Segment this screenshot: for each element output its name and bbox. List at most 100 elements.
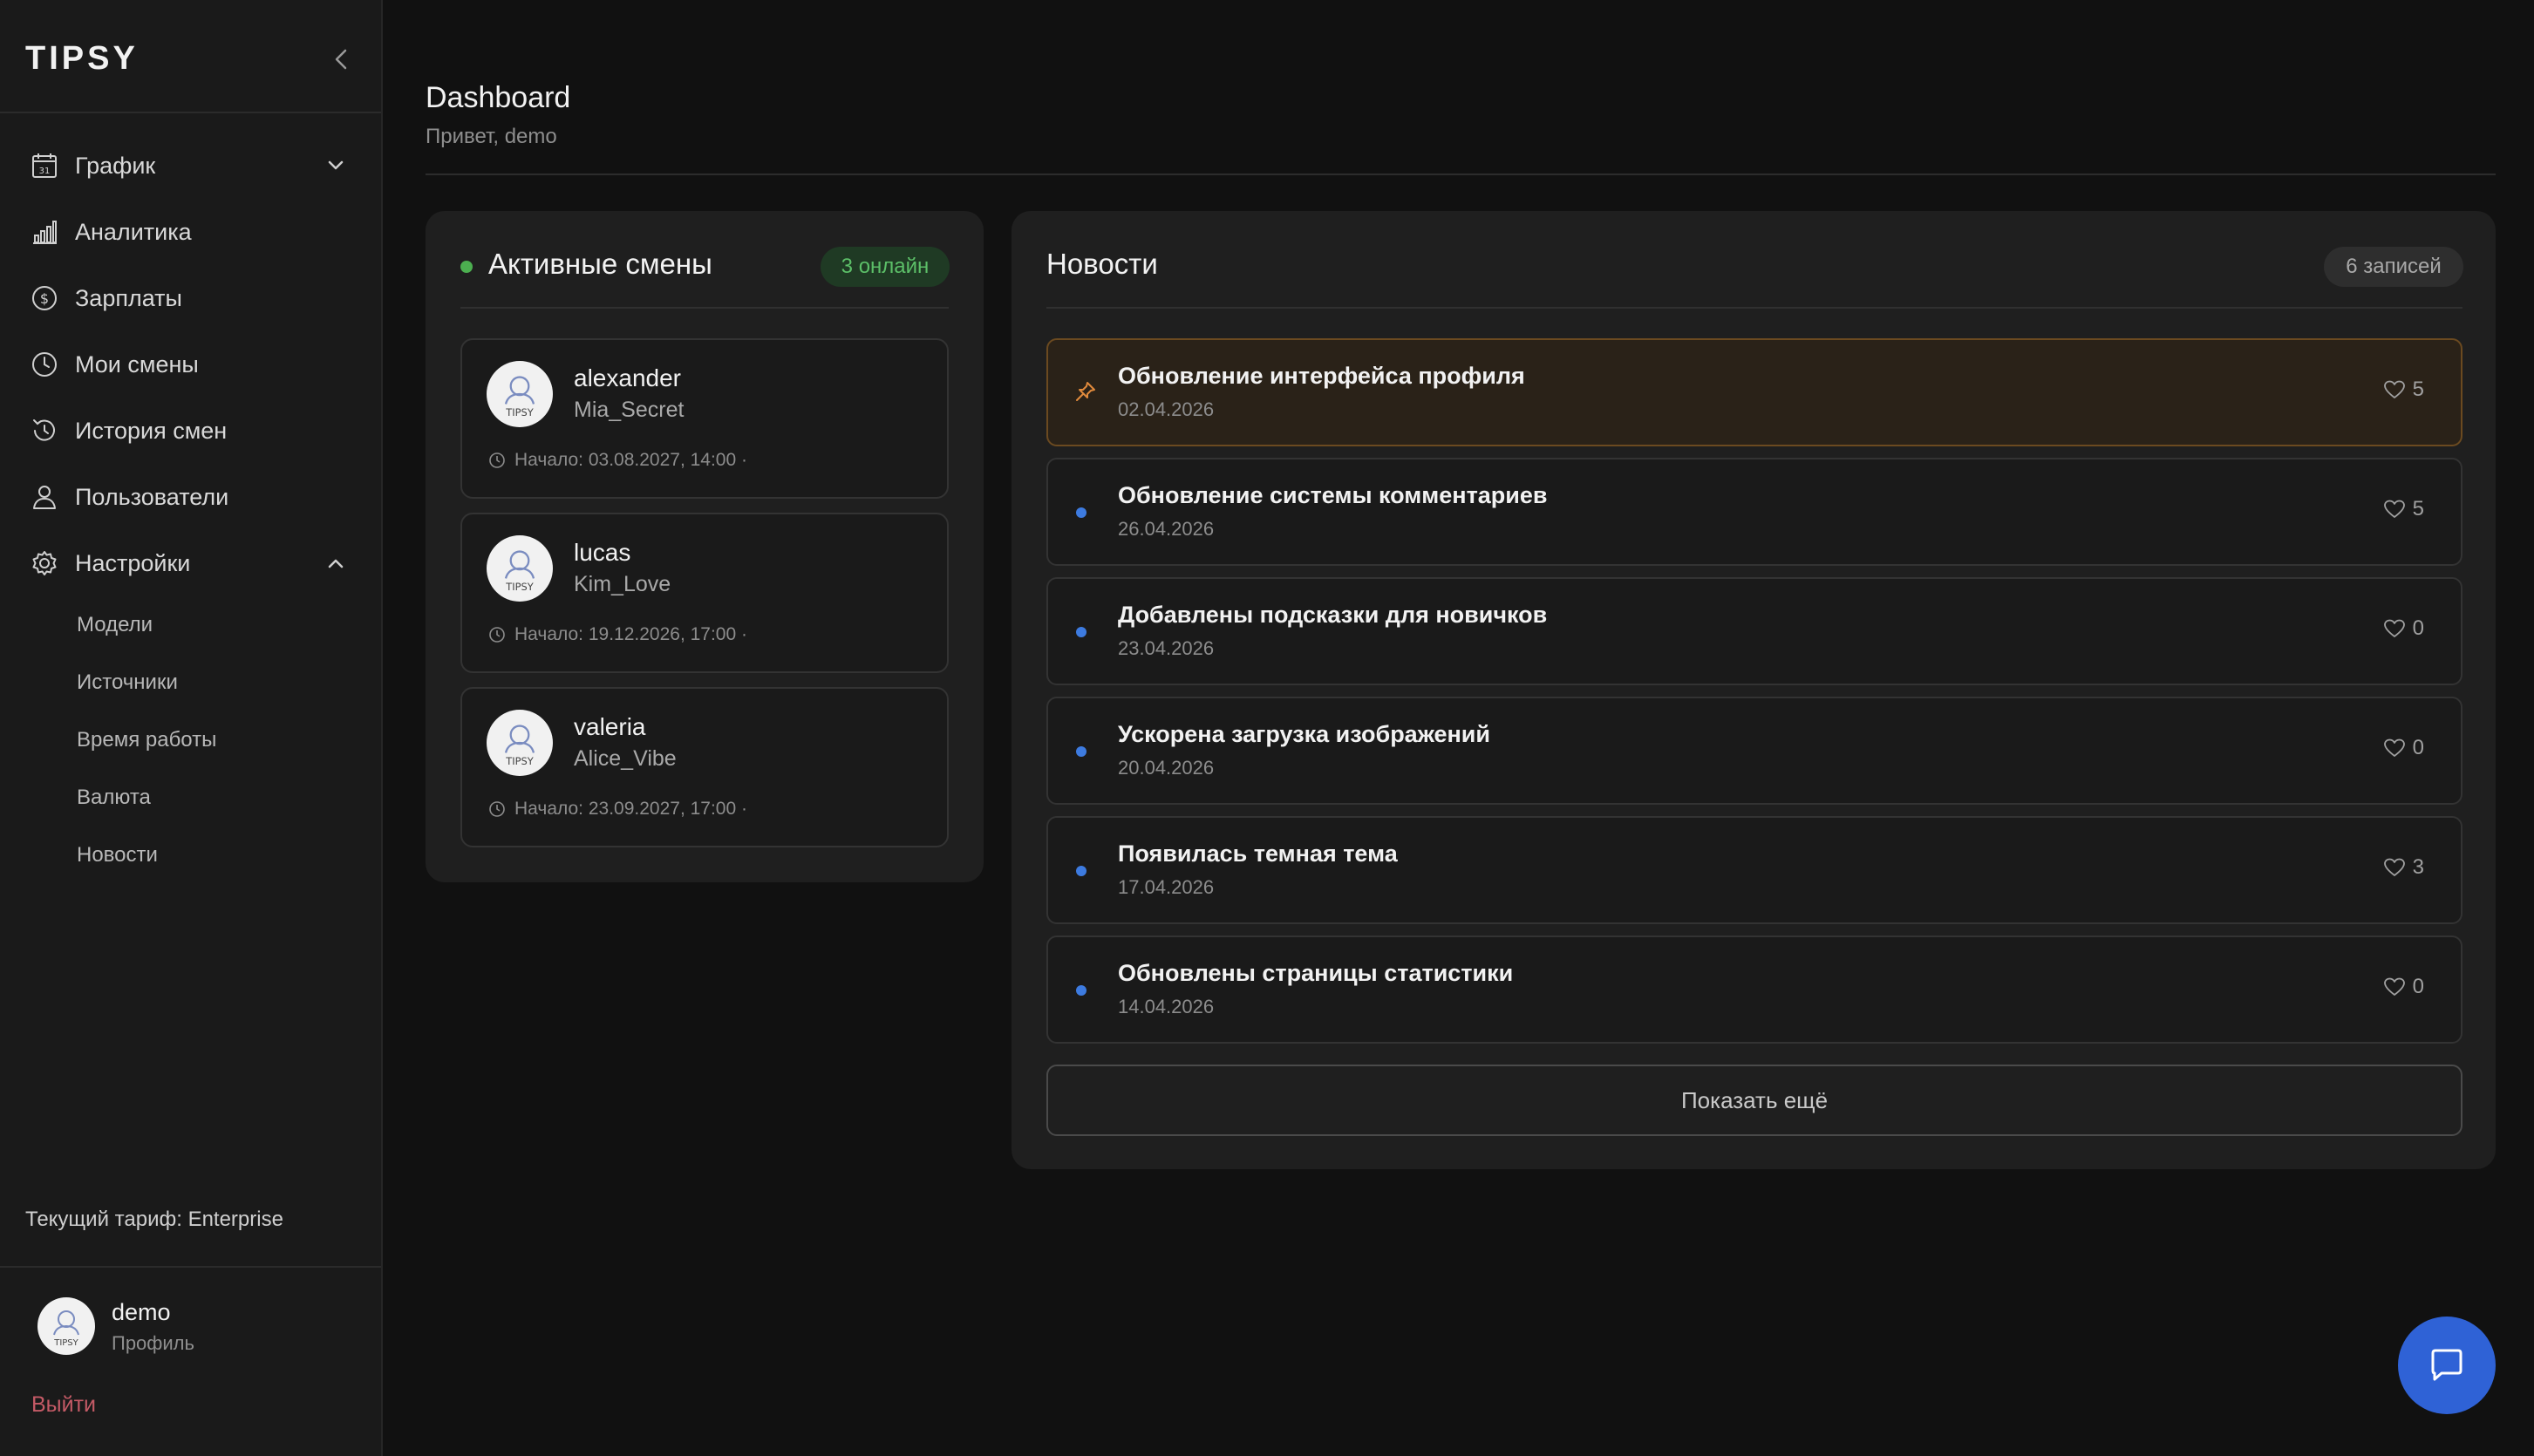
sidebar-item-label: Пользователи	[75, 483, 229, 510]
chat-button[interactable]	[2398, 1317, 2496, 1414]
settings-sub-work-time[interactable]: Время работы	[0, 711, 381, 769]
active-shifts-title: Активные смены	[488, 248, 712, 280]
current-tariff: Текущий тариф: Enterprise	[25, 1208, 283, 1231]
sidebar-item-users[interactable]: Пользователи	[0, 464, 381, 530]
news-item-date: 26.04.2026	[1118, 518, 1215, 540]
user-name[interactable]: demo	[112, 1299, 171, 1326]
sidebar-item-label: Настройки	[75, 549, 191, 576]
like-count: 5	[2412, 497, 2424, 520]
sidebar-item-my-shifts[interactable]: Мои смены	[0, 331, 381, 398]
settings-sub-news[interactable]: Новости	[0, 827, 381, 884]
user-icon	[30, 482, 59, 512]
history-icon	[30, 416, 59, 446]
sidebar-nav: 31 График Аналитика $ Зарплаты Мои смены	[0, 133, 381, 884]
heart-icon	[2383, 619, 2405, 637]
card-divider	[1046, 307, 2462, 309]
shift-card[interactable]: TIPSY valeria Alice_Vibe Начало: 23.09.2…	[460, 687, 949, 847]
sidebar-item-salaries[interactable]: $ Зарплаты	[0, 265, 381, 331]
card-divider	[460, 307, 949, 309]
unread-dot	[1076, 746, 1086, 757]
chat-icon	[2431, 1349, 2462, 1381]
sidebar-item-label: Мои смены	[75, 350, 199, 378]
avatar-logo-text: TIPSY	[505, 755, 533, 767]
sidebar-item-analytics[interactable]: Аналитика	[0, 199, 381, 265]
settings-sub-currency[interactable]: Валюта	[0, 769, 381, 827]
app-logo[interactable]: TIPSY	[25, 40, 139, 78]
shift-card[interactable]: TIPSY alexander Mia_Secret Начало: 03.08…	[460, 338, 949, 499]
clock-icon	[30, 350, 59, 379]
news-title: Новости	[1046, 248, 1158, 280]
shift-start: Начало: 03.08.2027, 14:00 ·	[488, 450, 747, 471]
news-item-pinned[interactable]: Обновление интерфейса профиля 02.04.2026…	[1046, 338, 2462, 446]
heart-icon	[2383, 977, 2405, 996]
sidebar-divider	[0, 1266, 381, 1268]
unread-dot	[1076, 866, 1086, 876]
sidebar-item-label: График	[75, 152, 156, 179]
news-item-date: 02.04.2026	[1118, 398, 1215, 420]
avatar-logo-text: TIPSY	[505, 581, 533, 593]
collapse-sidebar-button[interactable]	[328, 44, 354, 75]
shift-model-alias: Alice_Vibe	[574, 746, 677, 771]
news-item-date: 23.04.2026	[1118, 637, 1215, 659]
like-button[interactable]: 0	[2383, 736, 2424, 760]
clock-icon	[489, 627, 505, 643]
like-button[interactable]: 0	[2383, 975, 2424, 999]
news-item-title: Обновление интерфейса профиля	[1118, 363, 1525, 389]
avatar-logo-text: TIPSY	[505, 406, 533, 418]
heart-icon	[2383, 380, 2405, 398]
news-item-date: 20.04.2026	[1118, 757, 1215, 779]
news-item-title: Ускорена загрузка изображений	[1118, 721, 1491, 747]
news-item[interactable]: Обновление системы комментариев 26.04.20…	[1046, 458, 2462, 566]
sidebar-item-schedule[interactable]: 31 График	[0, 133, 381, 199]
news-card: Новости 6 записей Обновление интерфейса …	[1012, 211, 2496, 1169]
greeting-text: Привет, demo	[426, 125, 557, 148]
clock-icon	[489, 452, 505, 468]
news-item[interactable]: Добавлены подсказки для новичков 23.04.2…	[1046, 577, 2462, 685]
unread-dot	[1076, 627, 1086, 637]
like-count: 5	[2412, 378, 2424, 401]
news-item[interactable]: Обновлены страницы статистики 14.04.2026…	[1046, 936, 2462, 1044]
avatar-logo-text: TIPSY	[53, 1338, 78, 1348]
settings-sub-models[interactable]: Модели	[0, 596, 381, 654]
shift-user-name: valeria	[574, 713, 646, 740]
status-badge: 6 записей	[2324, 247, 2463, 287]
like-button[interactable]: 5	[2383, 378, 2424, 402]
sidebar-item-label: История смен	[75, 417, 228, 444]
header-divider	[426, 173, 2496, 175]
avatar: TIPSY	[487, 535, 553, 602]
news-item-title: Обновлены страницы статистики	[1118, 960, 1514, 986]
show-more-button[interactable]: Показать ещё	[1046, 1065, 2462, 1136]
heart-icon	[2383, 858, 2405, 876]
chevron-up-icon[interactable]	[322, 549, 350, 577]
like-button[interactable]: 0	[2383, 616, 2424, 641]
sidebar-divider	[0, 112, 381, 113]
chevron-left-icon	[335, 49, 347, 70]
shift-start-text: Начало: 03.08.2027, 14:00 ·	[514, 450, 747, 470]
like-button[interactable]: 3	[2383, 855, 2424, 880]
shift-card[interactable]: TIPSY lucas Kim_Love Начало: 19.12.2026,…	[460, 513, 949, 673]
news-item[interactable]: Ускорена загрузка изображений 20.04.2026…	[1046, 697, 2462, 805]
shift-start: Начало: 19.12.2026, 17:00 ·	[488, 624, 747, 645]
like-count: 0	[2412, 975, 2424, 998]
logout-button[interactable]: Выйти	[31, 1392, 96, 1418]
sidebar-item-label: Зарплаты	[75, 284, 182, 311]
avatar[interactable]: TIPSY	[37, 1297, 95, 1355]
calendar-icon: 31	[30, 151, 59, 180]
active-shifts-card: Активные смены 3 онлайн TIPSY alexander …	[426, 211, 984, 882]
shift-user-name: alexander	[574, 364, 681, 391]
news-item[interactable]: Появилась темная тема 17.04.2026 3	[1046, 816, 2462, 924]
sidebar-item-shift-history[interactable]: История смен	[0, 398, 381, 464]
sidebar-item-settings[interactable]: Настройки	[0, 530, 381, 596]
like-count: 0	[2412, 736, 2424, 759]
avatar: TIPSY	[487, 710, 553, 776]
profile-link[interactable]: Профиль	[112, 1332, 194, 1355]
chevron-down-icon[interactable]	[322, 152, 350, 180]
shift-model-alias: Mia_Secret	[574, 398, 685, 422]
settings-sub-sources[interactable]: Источники	[0, 654, 381, 711]
gear-icon	[30, 548, 59, 578]
pin-icon	[1074, 380, 1097, 407]
status-badge: 3 онлайн	[821, 247, 950, 287]
avatar: TIPSY	[487, 361, 553, 427]
like-button[interactable]: 5	[2383, 497, 2424, 521]
heart-icon	[2383, 738, 2405, 757]
